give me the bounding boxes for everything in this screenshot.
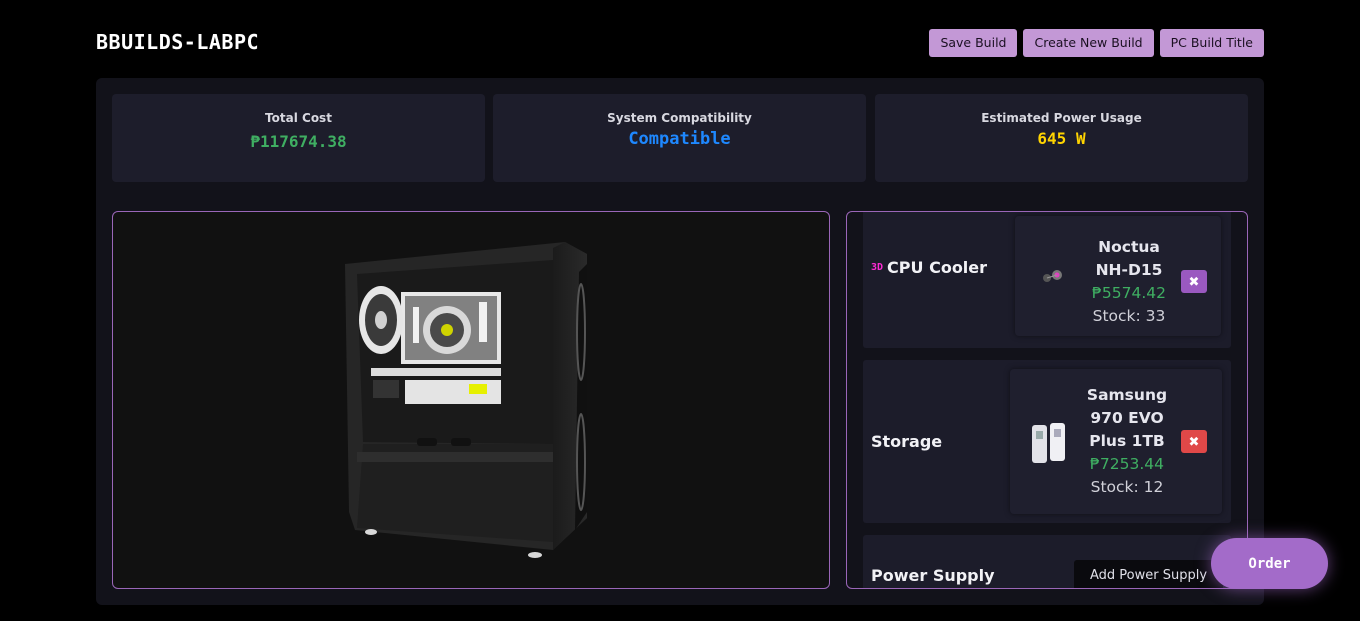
parts-list[interactable]: 3D CPU Cooler Noctua NH-D15 ₱5574.42 Sto… bbox=[846, 211, 1248, 589]
pc-build-title-button[interactable]: PC Build Title bbox=[1159, 29, 1264, 57]
brand-logo: BBUILDS-LABPC bbox=[96, 30, 260, 54]
3d-badge-icon: 3D bbox=[871, 262, 884, 273]
storage-thumbnail-icon bbox=[1032, 423, 1065, 463]
pc-case-model bbox=[345, 242, 587, 558]
add-power-supply-button[interactable]: Add Power Supply bbox=[1074, 560, 1224, 588]
part-row-storage: Storage Samsung 970 EVO Plus 1TB ₱7253.4… bbox=[863, 360, 1231, 523]
order-button[interactable]: Order bbox=[1211, 538, 1328, 589]
compatibility-value: Compatible bbox=[628, 129, 731, 149]
pc-3d-viewer[interactable] bbox=[112, 211, 830, 589]
part-row-cpu-cooler: 3D CPU Cooler Noctua NH-D15 ₱5574.42 Sto… bbox=[863, 212, 1231, 348]
product-price: ₱7253.44 bbox=[1090, 455, 1164, 473]
product-name-line: Plus 1TB bbox=[1089, 432, 1165, 450]
product-info: Noctua NH-D15 ₱5574.42 Stock: 33 bbox=[1077, 236, 1181, 328]
category-name: CPU Cooler bbox=[887, 258, 988, 277]
total-cost-card: Total Cost ₱117674.38 bbox=[112, 94, 485, 182]
product-info: Samsung 970 EVO Plus 1TB ₱7253.44 Stock:… bbox=[1076, 384, 1178, 499]
product-stock: Stock: 12 bbox=[1090, 478, 1164, 496]
power-usage-card: Estimated Power Usage 645 W bbox=[875, 94, 1248, 182]
power-usage-value: 645 W bbox=[1037, 129, 1086, 148]
compatibility-label: System Compatibility bbox=[607, 111, 752, 125]
product-name-line: NH-D15 bbox=[1095, 261, 1163, 279]
total-cost-label: Total Cost bbox=[265, 111, 332, 125]
product-name-line: 970 EVO bbox=[1090, 409, 1164, 427]
product-card-cpu-cooler[interactable]: Noctua NH-D15 ₱5574.42 Stock: 33 ✖ bbox=[1015, 216, 1221, 336]
create-new-build-button[interactable]: Create New Build bbox=[1023, 29, 1154, 57]
part-row-power-supply: Power Supply Add Power Supply bbox=[863, 535, 1231, 588]
category-label-storage: Storage bbox=[871, 432, 942, 451]
header-actions: Save Build Create New Build PC Build Tit… bbox=[929, 29, 1264, 57]
power-usage-label: Estimated Power Usage bbox=[981, 111, 1142, 125]
total-cost-value: ₱117674.38 bbox=[250, 132, 347, 151]
cpu-cooler-thumbnail-icon bbox=[1043, 270, 1062, 282]
product-price: ₱5574.42 bbox=[1092, 284, 1166, 302]
product-card-storage[interactable]: Samsung 970 EVO Plus 1TB ₱7253.44 Stock:… bbox=[1010, 369, 1222, 514]
save-build-button[interactable]: Save Build bbox=[929, 29, 1018, 57]
product-stock: Stock: 33 bbox=[1092, 307, 1166, 325]
product-name-line: Samsung bbox=[1086, 386, 1168, 404]
product-name-line: Noctua bbox=[1098, 238, 1160, 256]
build-panel: Total Cost ₱117674.38 System Compatibili… bbox=[96, 78, 1264, 605]
remove-storage-button[interactable]: ✖ bbox=[1181, 430, 1207, 453]
compatibility-card: System Compatibility Compatible bbox=[493, 94, 866, 182]
remove-cpu-cooler-button[interactable]: ✖ bbox=[1181, 270, 1207, 293]
category-label-power-supply: Power Supply bbox=[871, 566, 995, 585]
category-label-cpu-cooler: 3D CPU Cooler bbox=[871, 258, 987, 277]
category-name: Power Supply bbox=[871, 566, 995, 585]
category-name: Storage bbox=[871, 432, 943, 451]
